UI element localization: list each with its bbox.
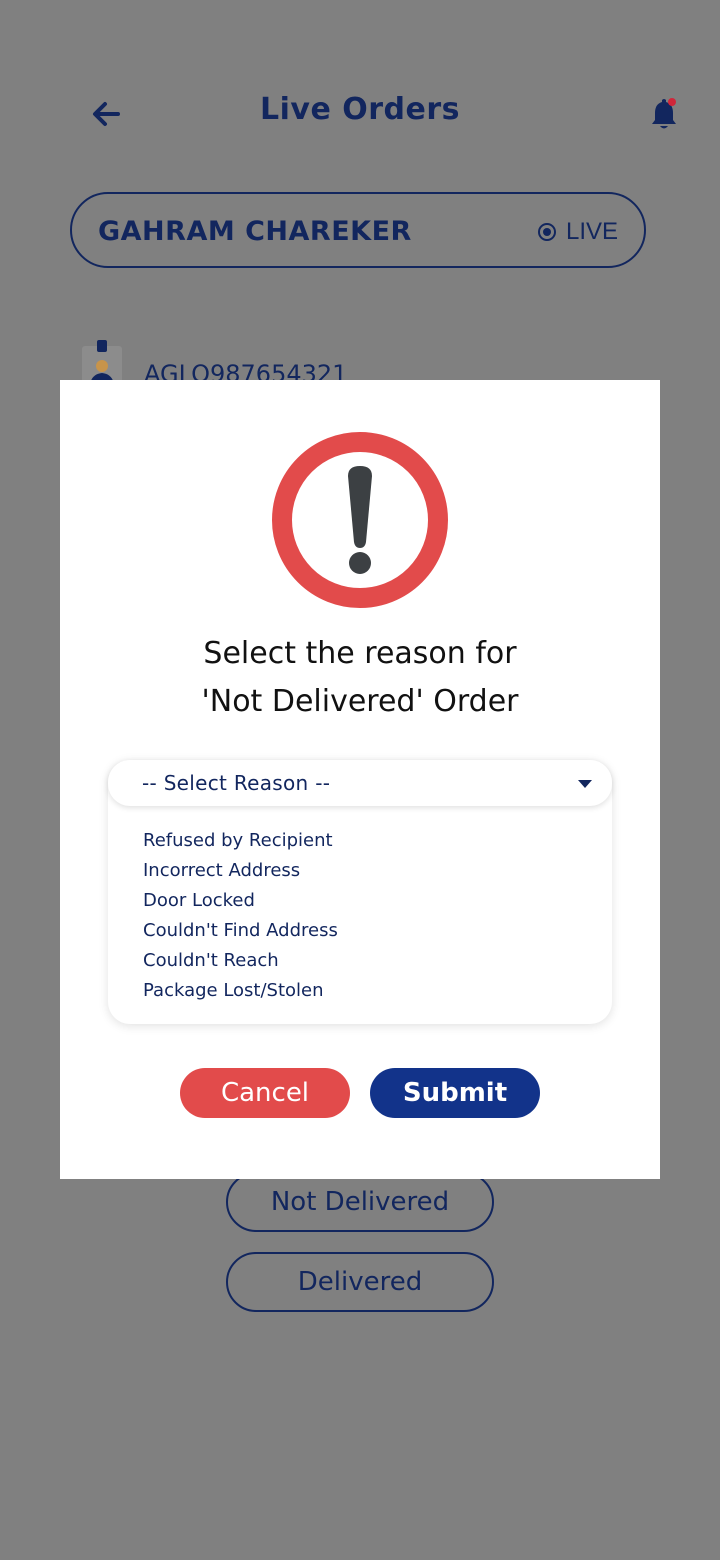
notifications-button[interactable] — [648, 96, 680, 132]
radio-live-icon — [537, 223, 556, 241]
bell-icon — [652, 98, 676, 129]
reason-select[interactable]: -- Select Reason -- — [108, 760, 612, 806]
alert-icon — [272, 432, 448, 608]
driver-name: GAHRAM CHAREKER — [98, 216, 412, 247]
reason-option[interactable]: Package Lost/Stolen — [143, 976, 338, 1006]
driver-status-pill: GAHRAM CHAREKER LIVE — [70, 192, 646, 268]
reason-dropdown: -- Select Reason -- Refused by Recipient… — [108, 760, 612, 1024]
reason-option[interactable]: Door Locked — [143, 886, 338, 916]
reason-option[interactable]: Refused by Recipient — [143, 826, 338, 856]
live-badge: LIVE — [537, 218, 618, 246]
dialog-title-line-2: 'Not Delivered' Order — [201, 684, 519, 719]
reason-option[interactable]: Couldn't Reach — [143, 946, 338, 976]
courier-icon — [82, 340, 122, 384]
dialog-title: Select the reason for 'Not Delivered' Or… — [60, 630, 660, 726]
dialog-title-line-1: Select the reason for — [203, 636, 517, 671]
reason-options-list: Refused by Recipient Incorrect Address D… — [143, 826, 338, 1006]
not-delivered-button[interactable]: Not Delivered — [226, 1172, 494, 1232]
reason-select-placeholder: -- Select Reason -- — [142, 771, 331, 795]
reason-option[interactable]: Couldn't Find Address — [143, 916, 338, 946]
reason-option[interactable]: Incorrect Address — [143, 856, 338, 886]
delivered-button[interactable]: Delivered — [226, 1252, 494, 1312]
cancel-button[interactable]: Cancel — [180, 1068, 350, 1118]
submit-button[interactable]: Submit — [370, 1068, 540, 1118]
live-status-text: LIVE — [565, 218, 618, 245]
page-title: Live Orders — [259, 92, 461, 127]
not-delivered-reason-dialog: Select the reason for 'Not Delivered' Or… — [60, 380, 660, 1179]
caret-down-icon — [578, 780, 592, 788]
